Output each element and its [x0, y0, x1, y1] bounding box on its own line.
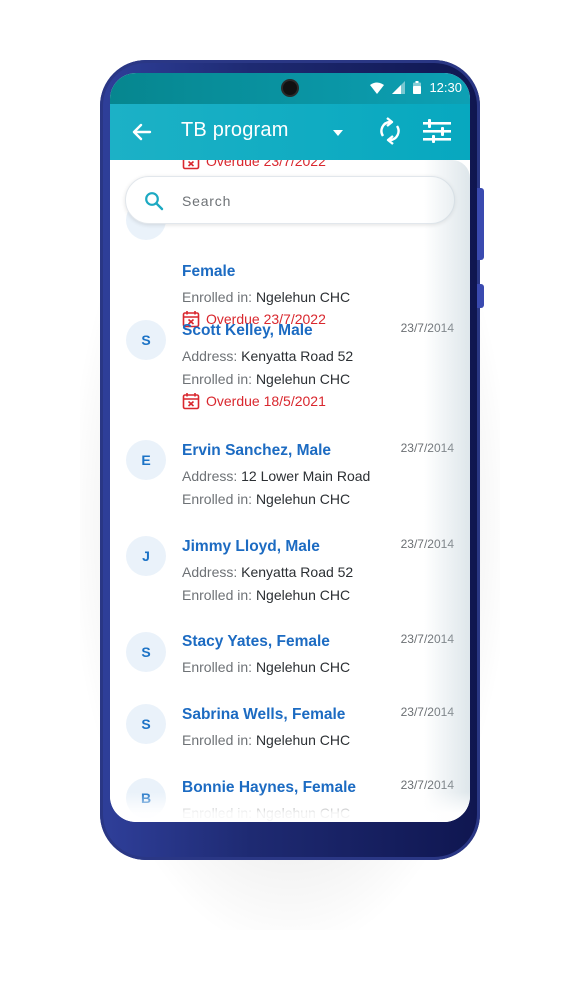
filter-icon[interactable] [423, 119, 451, 143]
battery-icon [413, 81, 422, 94]
tei-name[interactable]: Jimmy Lloyd, Male [182, 538, 320, 556]
tei-name[interactable]: Bonnie Haynes, Female [182, 779, 356, 797]
status-bar: 12:30 [110, 73, 470, 104]
search-bar[interactable] [125, 176, 455, 224]
back-arrow-icon[interactable] [130, 120, 154, 144]
camera-icon [283, 81, 297, 95]
avatar: B [126, 778, 166, 818]
enrolled-line: Enrolled in: Ngelehun CHC [182, 289, 351, 305]
item-date: 23/7/2014 [400, 441, 454, 455]
item-date: 23/7/2014 [400, 537, 454, 551]
enrolled-line: Enrolled in: Ngelehun CHC [182, 587, 351, 603]
search-icon [145, 192, 164, 211]
cell-signal-icon [392, 81, 406, 94]
list-item[interactable]: J Jimmy Lloyd, Male 23/7/2014 Address: K… [110, 534, 470, 614]
tei-name[interactable]: Ervin Sanchez, Male [182, 442, 331, 460]
tei-list-panel: Overdue 23/7/2022 Female Enrolled in: Ng… [110, 160, 470, 822]
avatar: S [126, 632, 166, 672]
phone-screen: 12:30 TB program Overdue 23/7/2022 Femal… [110, 73, 470, 822]
status-time: 12:30 [429, 80, 462, 95]
tei-name[interactable]: Stacy Yates, Female [182, 633, 330, 651]
avatar: S [126, 704, 166, 744]
enrolled-line: Enrolled in: Ngelehun CHC [182, 491, 351, 507]
app-bar: TB program [110, 104, 470, 160]
address-line: Address: Kenyatta Road 52 [182, 348, 354, 364]
list-item[interactable]: S Stacy Yates, Female 23/7/2014 Enrolled… [110, 629, 470, 689]
list-item[interactable]: B Bonnie Haynes, Female 23/7/2014 Enroll… [110, 775, 470, 822]
calendar-x-icon [182, 160, 200, 170]
status-icons: 12:30 [370, 80, 462, 95]
overdue-indicator: Overdue 18/5/2021 [182, 392, 326, 410]
sync-icon[interactable] [377, 117, 403, 145]
enrolled-line: Enrolled in: Ngelehun CHC [182, 805, 351, 821]
enrolled-line: Enrolled in: Ngelehun CHC [182, 371, 351, 387]
tei-name[interactable]: Female [182, 263, 235, 281]
address-line: Address: 12 Lower Main Road [182, 468, 371, 484]
list-item[interactable]: E Ervin Sanchez, Male 23/7/2014 Address:… [110, 438, 470, 518]
address-line: Address: Kenyatta Road 52 [182, 564, 354, 580]
enrolled-line: Enrolled in: Ngelehun CHC [182, 659, 351, 675]
item-date: 23/7/2014 [400, 632, 454, 646]
tei-name[interactable]: Scott Kelley, Male [182, 322, 313, 340]
calendar-x-icon [182, 393, 200, 410]
power-button [477, 284, 484, 308]
avatar: E [126, 440, 166, 480]
overdue-indicator: Overdue 23/7/2022 [182, 160, 326, 170]
item-date: 23/7/2014 [400, 705, 454, 719]
item-date: 23/7/2014 [400, 321, 454, 335]
avatar: S [126, 320, 166, 360]
wifi-icon [370, 82, 385, 94]
list-item[interactable]: S Scott Kelley, Male 23/7/2014 Address: … [110, 318, 470, 418]
item-date: 23/7/2014 [400, 778, 454, 792]
enrolled-line: Enrolled in: Ngelehun CHC [182, 732, 351, 748]
volume-button [477, 188, 484, 260]
caret-down-icon[interactable] [332, 128, 344, 138]
search-input[interactable] [182, 189, 432, 213]
avatar: J [126, 536, 166, 576]
list-item[interactable]: S Sabrina Wells, Female 23/7/2014 Enroll… [110, 702, 470, 762]
tei-name[interactable]: Sabrina Wells, Female [182, 706, 345, 724]
program-title[interactable]: TB program [181, 119, 289, 142]
